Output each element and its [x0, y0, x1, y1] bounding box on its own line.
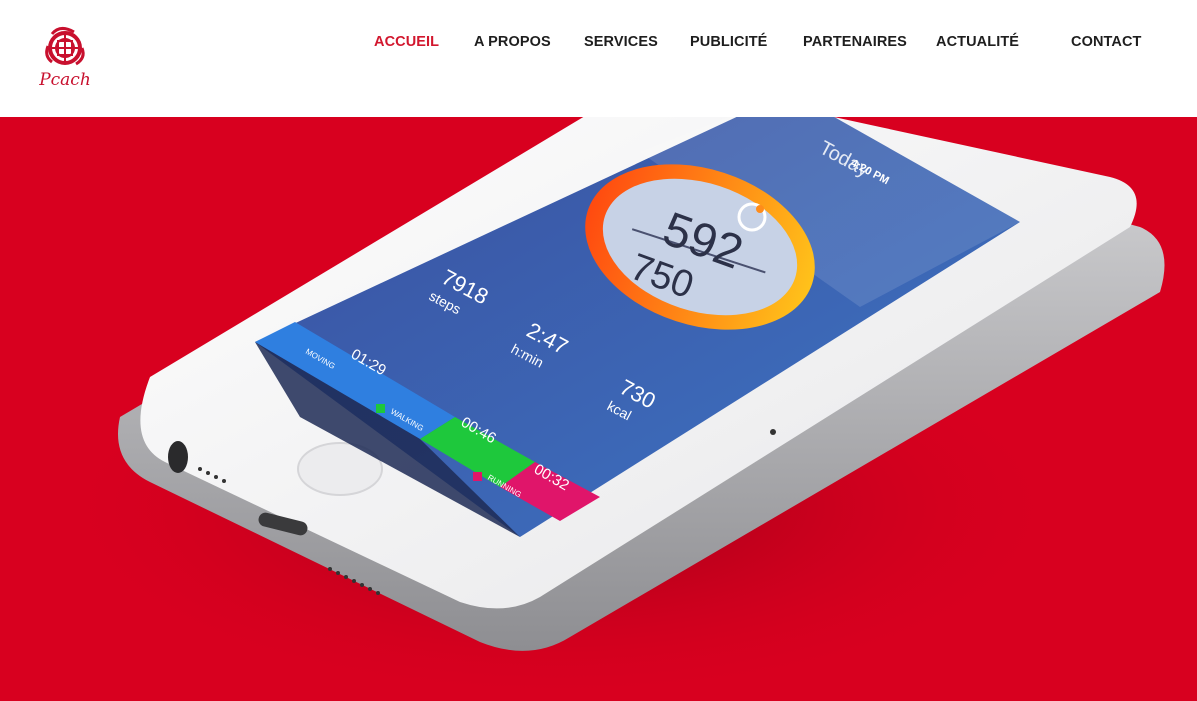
nav-item-contact[interactable]: CONTACT: [1071, 34, 1142, 50]
nav-item-actualite[interactable]: ACTUALITÉ: [936, 34, 1019, 50]
site-logo[interactable]: Pcach: [34, 26, 96, 96]
site-header: Pcach ACCUEIL A PROPOS SERVICES PUBLICIT…: [0, 0, 1197, 117]
nav-item-a-propos[interactable]: A PROPOS: [474, 34, 551, 50]
nav-item-services[interactable]: SERVICES: [584, 34, 658, 50]
nav-item-publicite[interactable]: PUBLICITÉ: [690, 34, 767, 50]
nav-item-accueil[interactable]: ACCUEIL: [374, 34, 439, 50]
globe-logo-icon: [45, 27, 85, 66]
logo-text: Pcach: [39, 70, 91, 90]
headphone-jack: [168, 441, 188, 473]
nav-item-partenaires[interactable]: PARTENAIRES: [803, 34, 907, 50]
smartphone-illustration: 4:20 PM Today 592 750 7918 steps 2:47 h:…: [40, 117, 1165, 701]
hero-banner: 4:20 PM Today 592 750 7918 steps 2:47 h:…: [0, 117, 1197, 701]
